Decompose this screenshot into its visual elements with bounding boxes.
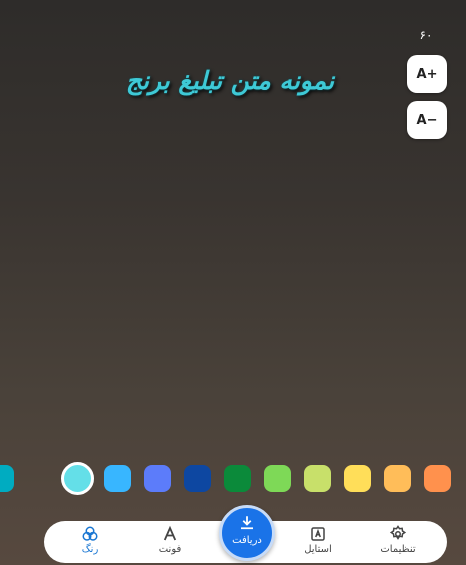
nav-style-label: استایل	[304, 544, 332, 555]
color-palette	[0, 462, 466, 496]
color-swatch[interactable]	[104, 465, 131, 492]
download-label: دریافت	[232, 535, 262, 546]
decrease-font-button[interactable]: A−	[407, 101, 447, 139]
color-swatch[interactable]	[304, 465, 331, 492]
increase-font-button[interactable]: A+	[407, 55, 447, 93]
nav-font-label: فونت	[158, 544, 182, 555]
color-swatch[interactable]	[0, 465, 14, 492]
download-button[interactable]: دریافت	[219, 505, 275, 561]
nav-font[interactable]: فونت	[140, 525, 200, 555]
download-icon	[222, 514, 272, 534]
sample-text[interactable]: نمونه متن تبلیغ برنج	[110, 66, 350, 95]
color-swatch[interactable]	[144, 465, 171, 492]
palette-icon	[60, 525, 120, 543]
nav-color-label: رنگ	[81, 544, 99, 555]
gear-icon	[368, 525, 428, 543]
style-icon	[288, 525, 348, 543]
font-size-readout: ۶۰	[419, 28, 433, 42]
color-swatch[interactable]	[344, 465, 371, 492]
nav-color[interactable]: رنگ	[60, 525, 120, 555]
font-icon	[140, 525, 200, 543]
color-swatch[interactable]	[224, 465, 251, 492]
nav-style[interactable]: استایل	[288, 525, 348, 555]
color-swatch[interactable]	[424, 465, 451, 492]
color-swatch[interactable]	[384, 465, 411, 492]
color-swatch[interactable]	[184, 465, 211, 492]
nav-settings[interactable]: تنظیمات	[368, 525, 428, 555]
nav-settings-label: تنظیمات	[380, 544, 416, 555]
color-swatch[interactable]	[264, 465, 291, 492]
color-swatch[interactable]	[61, 462, 94, 495]
